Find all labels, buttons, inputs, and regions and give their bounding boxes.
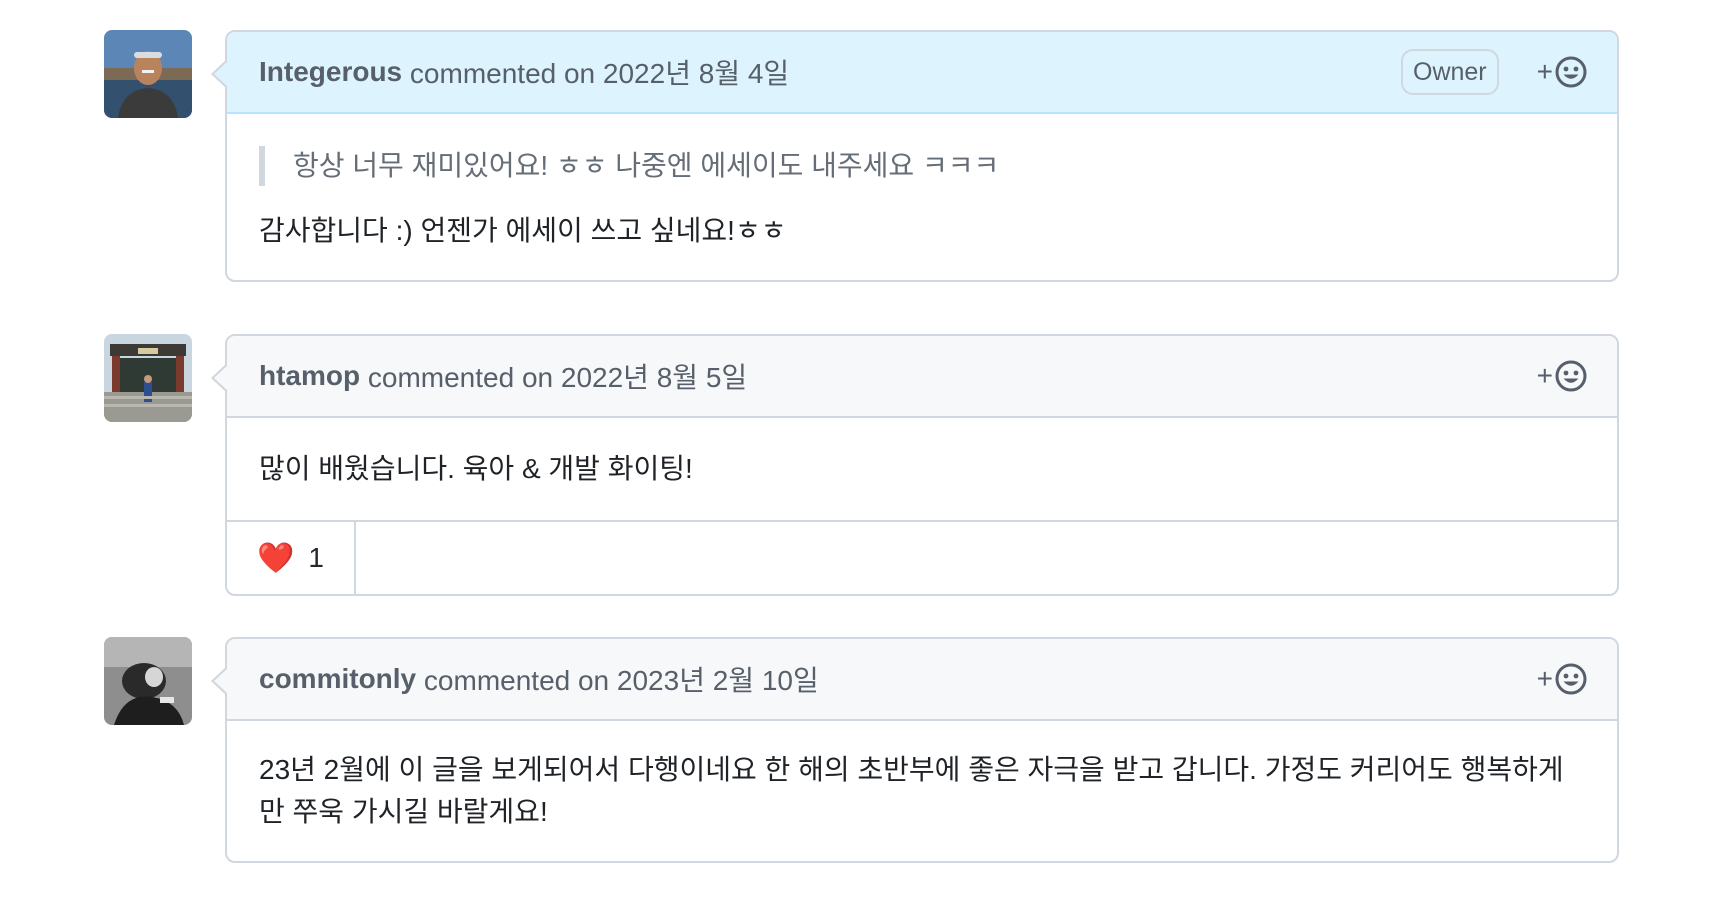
- comment-body: 23년 2월에 이 글을 보게되어서 다행이네요 한 해의 초반부에 좋은 자극…: [227, 721, 1617, 861]
- add-reaction-button[interactable]: +: [1537, 360, 1587, 392]
- comment-body: 많이 배웠습니다. 육아 & 개발 화이팅!: [227, 418, 1617, 520]
- avatar-image: [104, 637, 192, 725]
- avatar[interactable]: [104, 637, 192, 725]
- blockquote: 항상 너무 재미있어요! ㅎㅎ 나중엔 에세이도 내주세요 ㅋㅋㅋ: [259, 146, 1585, 186]
- add-reaction-button[interactable]: +: [1537, 663, 1587, 695]
- avatar[interactable]: [104, 334, 192, 422]
- comment-timestamp[interactable]: commented on 2023년 2월 10일: [416, 659, 819, 699]
- plus-icon: +: [1536, 360, 1553, 391]
- smiley-icon: [1555, 663, 1587, 695]
- comment-timestamp[interactable]: commented on 2022년 8월 5일: [360, 356, 747, 396]
- comment-box: Integerous commented on 2022년 8월 4일 Owne…: [211, 30, 1619, 282]
- add-reaction-button[interactable]: +: [1537, 56, 1587, 88]
- comment-header: Integerous commented on 2022년 8월 4일 Owne…: [227, 32, 1617, 114]
- comment-timestamp[interactable]: commented on 2022년 8월 4일: [402, 52, 789, 92]
- reaction-count: 1: [308, 542, 324, 573]
- smiley-icon: [1555, 360, 1587, 392]
- comment-text: 23년 2월에 이 글을 보게되어서 다행이네요 한 해의 초반부에 좋은 자극…: [259, 754, 1564, 827]
- comment-header: commitonly commented on 2023년 2월 10일 +: [227, 639, 1617, 721]
- reactions-bar: ❤️ 1: [227, 520, 1617, 594]
- smiley-icon: [1555, 56, 1587, 88]
- avatar-image: [104, 30, 192, 118]
- comment-box: htamop commented on 2022년 8월 5일 + 많이 배웠습…: [211, 334, 1619, 596]
- owner-badge: Owner: [1401, 49, 1499, 95]
- comment-author[interactable]: commitonly: [259, 663, 416, 695]
- comment-box: commitonly commented on 2023년 2월 10일 + 2…: [211, 637, 1619, 863]
- comment-header: htamop commented on 2022년 8월 5일 +: [227, 336, 1617, 418]
- heart-icon: ❤️: [257, 541, 295, 575]
- comment-text: 감사합니다 :) 언젠가 에세이 쓰고 싶네요!ㅎㅎ: [259, 215, 787, 246]
- plus-icon: +: [1536, 663, 1553, 694]
- comment-body: 항상 너무 재미있어요! ㅎㅎ 나중엔 에세이도 내주세요 ㅋㅋㅋ 감사합니다 …: [227, 114, 1617, 280]
- plus-icon: +: [1536, 56, 1553, 87]
- comment-text: 많이 배웠습니다. 육아 & 개발 화이팅!: [259, 453, 693, 484]
- reaction-heart-button[interactable]: ❤️ 1: [227, 522, 356, 594]
- avatar-image: [104, 334, 192, 422]
- comment-author[interactable]: htamop: [259, 360, 360, 392]
- avatar[interactable]: [104, 30, 192, 118]
- comment-author[interactable]: Integerous: [259, 56, 402, 88]
